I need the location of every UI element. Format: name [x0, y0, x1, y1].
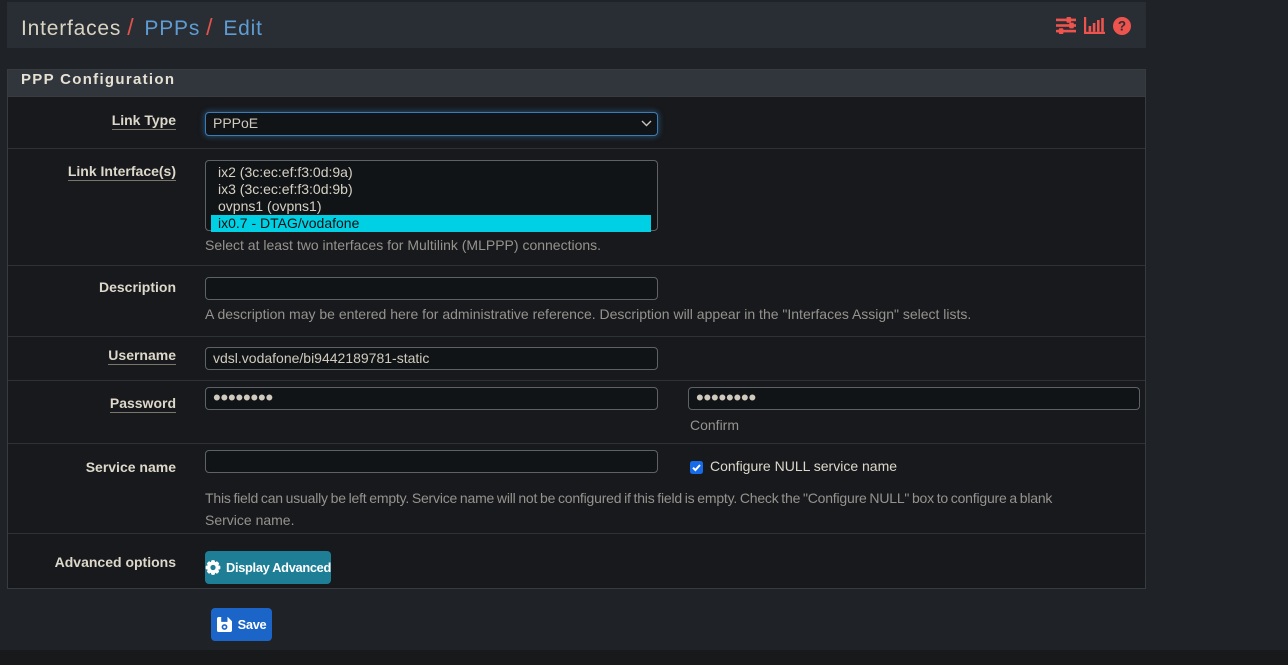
svg-text:?: ? [1118, 18, 1126, 33]
